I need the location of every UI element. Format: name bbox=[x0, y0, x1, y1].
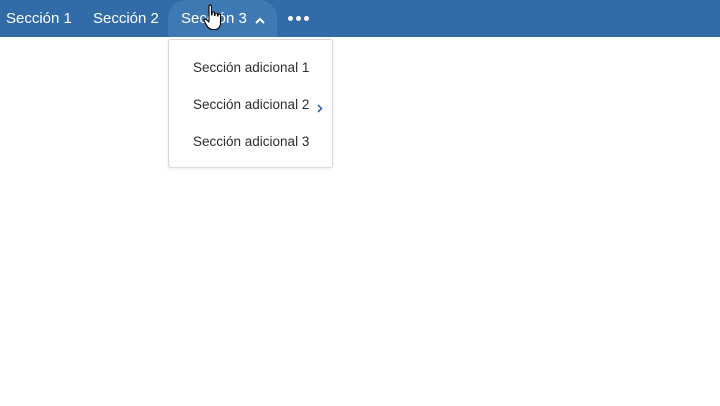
chevron-up-icon bbox=[255, 11, 265, 28]
section-3-dropdown-menu: Sección adicional 1 Sección adicional 2 … bbox=[168, 39, 333, 168]
top-navigation-bar: Sección 1 Sección 2 Sección 3 bbox=[0, 0, 720, 37]
dropdown-item-seccion-adicional-1[interactable]: Sección adicional 1 bbox=[193, 60, 309, 75]
nav-item-label: Sección 2 bbox=[93, 10, 159, 27]
more-dot bbox=[296, 16, 301, 21]
dropdown-item-seccion-adicional-2[interactable]: Sección adicional 2 bbox=[193, 97, 309, 112]
chevron-right-icon bbox=[317, 100, 323, 118]
more-options-button[interactable] bbox=[288, 0, 309, 37]
nav-item-label: Sección 1 bbox=[6, 10, 72, 27]
dropdown-item-seccion-adicional-3[interactable]: Sección adicional 3 bbox=[193, 134, 309, 149]
nav-item-label: Sección 3 bbox=[181, 10, 247, 27]
nav-item-seccion-3[interactable]: Sección 3 bbox=[168, 0, 277, 37]
more-dot bbox=[304, 16, 309, 21]
nav-item-seccion-1[interactable]: Sección 1 bbox=[6, 0, 72, 37]
nav-item-seccion-2[interactable]: Sección 2 bbox=[93, 0, 159, 37]
more-horizontal-icon bbox=[288, 16, 293, 21]
